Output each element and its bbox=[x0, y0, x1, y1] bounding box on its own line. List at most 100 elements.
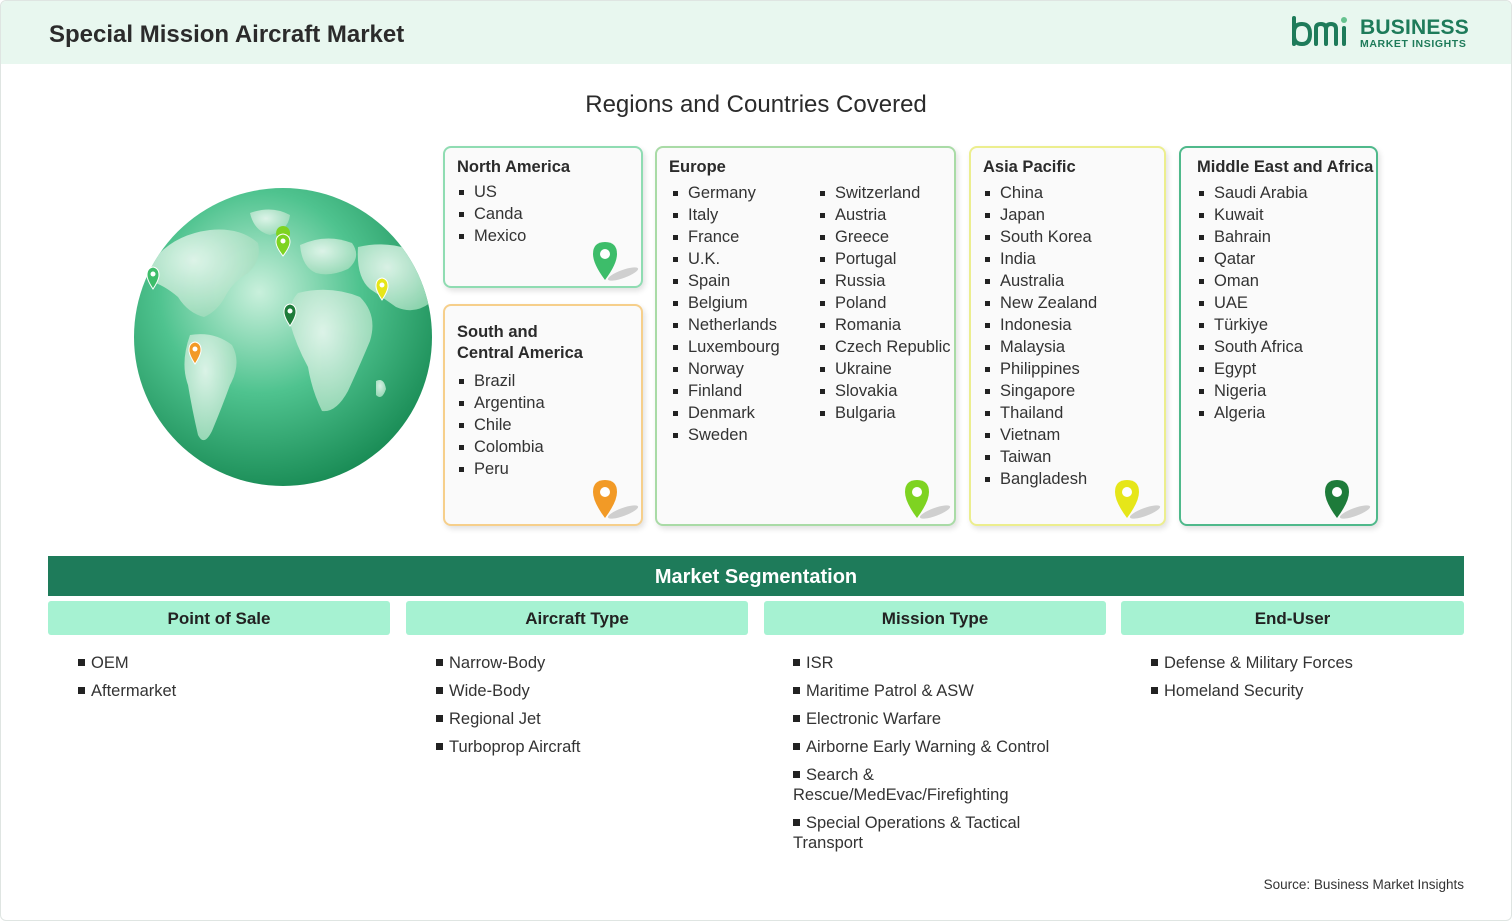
region-card-north-america: North America US Canda Mexico bbox=[443, 146, 643, 288]
list-item: Peru bbox=[457, 458, 545, 480]
list-item: Regional Jet bbox=[436, 709, 726, 729]
region-card-asia-pacific: Asia Pacific China Japan South Korea Ind… bbox=[969, 146, 1166, 526]
segment-list-end-user: Defense & Military Forces Homeland Secur… bbox=[1151, 653, 1451, 709]
list-item: Bangladesh bbox=[983, 468, 1097, 490]
region-title: Europe bbox=[669, 158, 726, 176]
list-item: Finland bbox=[671, 380, 780, 402]
region-card-middle-east-africa: Middle East and Africa Saudi Arabia Kuwa… bbox=[1179, 146, 1378, 526]
list-item: Airborne Early Warning & Control bbox=[793, 737, 1073, 757]
list-item: New Zealand bbox=[983, 292, 1097, 314]
list-item: Singapore bbox=[983, 380, 1097, 402]
regions-title: Regions and Countries Covered bbox=[585, 91, 927, 118]
logo-text-market-insights: MARKET INSIGHTS bbox=[1360, 38, 1467, 50]
segment-header-end-user: End-User bbox=[1121, 601, 1464, 635]
map-pin-icon bbox=[1115, 480, 1161, 519]
list-item: Chile bbox=[457, 414, 545, 436]
list-item: Taiwan bbox=[983, 446, 1097, 468]
list-item: Aftermarket bbox=[78, 681, 368, 701]
list-item: China bbox=[983, 182, 1097, 204]
list-item: Italy bbox=[671, 204, 780, 226]
list-item: Denmark bbox=[671, 402, 780, 424]
list-item: Spain bbox=[671, 270, 780, 292]
list-item: Philippines bbox=[983, 358, 1097, 380]
region-card-europe: Europe Germany Italy France U.K. Spain B… bbox=[655, 146, 956, 526]
list-item: Argentina bbox=[457, 392, 545, 414]
map-pin-icon bbox=[593, 242, 639, 281]
list-item: Algeria bbox=[1197, 402, 1308, 424]
list-item: Türkiye bbox=[1197, 314, 1308, 336]
region-title-line-1: South and bbox=[457, 323, 538, 341]
list-item: Luxembourg bbox=[671, 336, 780, 358]
region-title: South and Central America bbox=[457, 322, 583, 364]
map-pin-icon bbox=[1325, 480, 1371, 519]
list-item: Netherlands bbox=[671, 314, 780, 336]
country-list: Brazil Argentina Chile Colombia Peru bbox=[457, 370, 545, 480]
list-item: Turboprop Aircraft bbox=[436, 737, 726, 757]
list-item: Czech Republic bbox=[818, 336, 951, 358]
list-item: Nigeria bbox=[1197, 380, 1308, 402]
segment-list-aircraft-type: Narrow-Body Wide-Body Regional Jet Turbo… bbox=[436, 653, 726, 765]
list-item: OEM bbox=[78, 653, 368, 673]
list-item: Egypt bbox=[1197, 358, 1308, 380]
list-item: Greece bbox=[818, 226, 951, 248]
segment-list-point-of-sale: OEM Aftermarket bbox=[78, 653, 368, 709]
country-list: China Japan South Korea India Australia … bbox=[983, 182, 1097, 490]
list-item: Homeland Security bbox=[1151, 681, 1451, 701]
list-item: U.K. bbox=[671, 248, 780, 270]
list-item: Colombia bbox=[457, 436, 545, 458]
country-list: US Canda Mexico bbox=[457, 181, 526, 247]
country-list-col-1: Germany Italy France U.K. Spain Belgium … bbox=[671, 182, 780, 446]
list-item: Norway bbox=[671, 358, 780, 380]
segment-header-aircraft-type: Aircraft Type bbox=[406, 601, 748, 635]
list-item: Belgium bbox=[671, 292, 780, 314]
list-item: South Korea bbox=[983, 226, 1097, 248]
list-item: Bulgaria bbox=[818, 402, 951, 424]
map-pin-icon bbox=[593, 480, 639, 519]
list-item: Malaysia bbox=[983, 336, 1097, 358]
list-item: France bbox=[671, 226, 780, 248]
company-logo: BUSINESS MARKET INSIGHTS bbox=[1290, 14, 1470, 52]
list-item: Indonesia bbox=[983, 314, 1097, 336]
country-list: Saudi Arabia Kuwait Bahrain Qatar Oman U… bbox=[1197, 182, 1308, 424]
list-item: Brazil bbox=[457, 370, 545, 392]
list-item: Ukraine bbox=[818, 358, 951, 380]
list-item: Qatar bbox=[1197, 248, 1308, 270]
segment-list-mission-type: ISR Maritime Patrol & ASW Electronic War… bbox=[793, 653, 1073, 861]
list-item: ISR bbox=[793, 653, 1073, 673]
header-bar: Special Mission Aircraft Market bbox=[1, 1, 1511, 64]
list-item: Russia bbox=[818, 270, 951, 292]
globe-icon bbox=[134, 188, 432, 486]
list-item: Maritime Patrol & ASW bbox=[793, 681, 1073, 701]
list-item: Poland bbox=[818, 292, 951, 314]
list-item: Defense & Military Forces bbox=[1151, 653, 1451, 673]
logo-text-business: BUSINESS bbox=[1360, 16, 1469, 39]
list-item: Vietnam bbox=[983, 424, 1097, 446]
list-item: India bbox=[983, 248, 1097, 270]
segment-header-mission-type: Mission Type bbox=[764, 601, 1106, 635]
source-note: Source: Business Market Insights bbox=[1263, 877, 1464, 892]
list-item: Thailand bbox=[983, 402, 1097, 424]
list-item: Wide-Body bbox=[436, 681, 726, 701]
list-item: Sweden bbox=[671, 424, 780, 446]
list-item: Saudi Arabia bbox=[1197, 182, 1308, 204]
list-item: Bahrain bbox=[1197, 226, 1308, 248]
segment-header-point-of-sale: Point of Sale bbox=[48, 601, 390, 635]
map-pin-icon bbox=[905, 480, 951, 519]
list-item: Slovakia bbox=[818, 380, 951, 402]
page-title: Special Mission Aircraft Market bbox=[49, 21, 405, 48]
list-item: Narrow-Body bbox=[436, 653, 726, 673]
segmentation-banner: Market Segmentation bbox=[48, 556, 1464, 596]
list-item: Australia bbox=[983, 270, 1097, 292]
list-item: Special Operations & Tactical Transport bbox=[793, 814, 1021, 852]
list-item: Japan bbox=[983, 204, 1097, 226]
list-item: Portugal bbox=[818, 248, 951, 270]
list-item: Romania bbox=[818, 314, 951, 336]
list-item: US bbox=[457, 181, 526, 203]
list-item: Canda bbox=[457, 203, 526, 225]
region-title: North America bbox=[457, 158, 571, 176]
country-list-col-2: Switzerland Austria Greece Portugal Russ… bbox=[818, 182, 951, 424]
list-item: UAE bbox=[1197, 292, 1308, 314]
list-item: South Africa bbox=[1197, 336, 1308, 358]
list-item: Mexico bbox=[457, 225, 526, 247]
list-item: Switzerland bbox=[818, 182, 951, 204]
